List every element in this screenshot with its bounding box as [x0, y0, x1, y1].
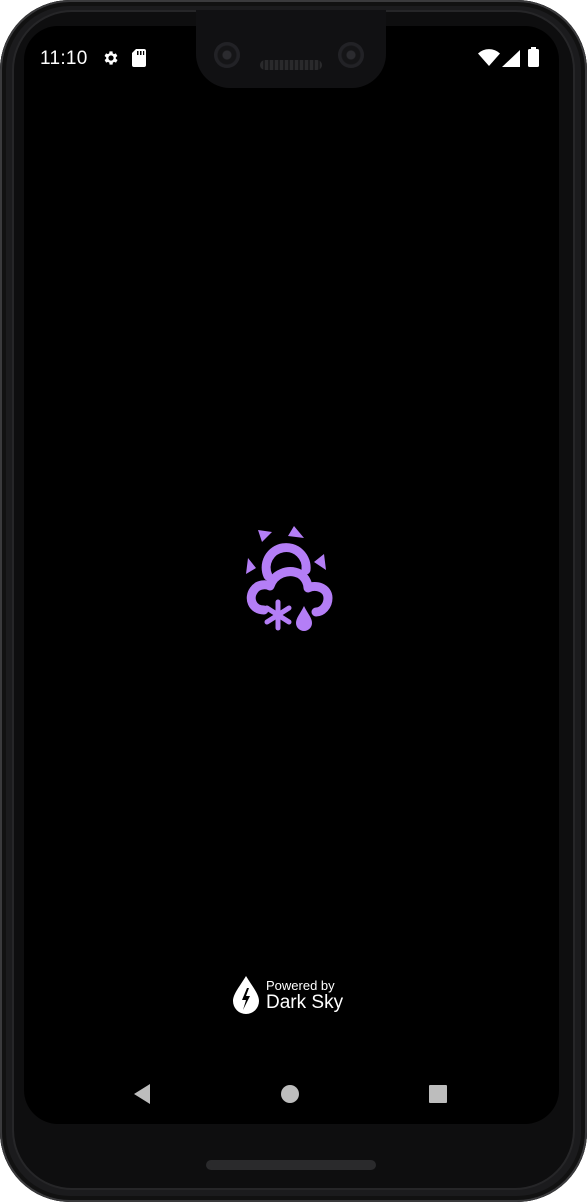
dark-sky-brand-label: Dark Sky — [266, 992, 344, 1013]
weather-sun-cloud-snow-rain-icon — [240, 526, 340, 634]
recents-icon[interactable] — [424, 1082, 452, 1106]
settings-gear-icon — [102, 49, 120, 72]
powered-by-label: Powered by — [266, 978, 335, 993]
back-icon[interactable] — [128, 1082, 156, 1106]
dark-sky-lightning-drop-icon — [232, 976, 260, 1019]
navigation-bar — [24, 1072, 559, 1116]
wifi-icon — [478, 49, 500, 72]
phone-frame: 11:10 Powered by Dark Sky — [0, 0, 587, 1202]
sd-card-icon — [132, 49, 146, 72]
status-time: 11:10 — [40, 48, 88, 69]
cellular-signal-icon — [502, 50, 520, 72]
device-home-indicator — [206, 1160, 376, 1170]
battery-icon — [528, 47, 539, 72]
powered-by-dark-sky: Powered by Dark Sky — [232, 976, 352, 1018]
home-icon[interactable] — [276, 1082, 304, 1106]
status-bar: 11:10 — [24, 40, 559, 76]
